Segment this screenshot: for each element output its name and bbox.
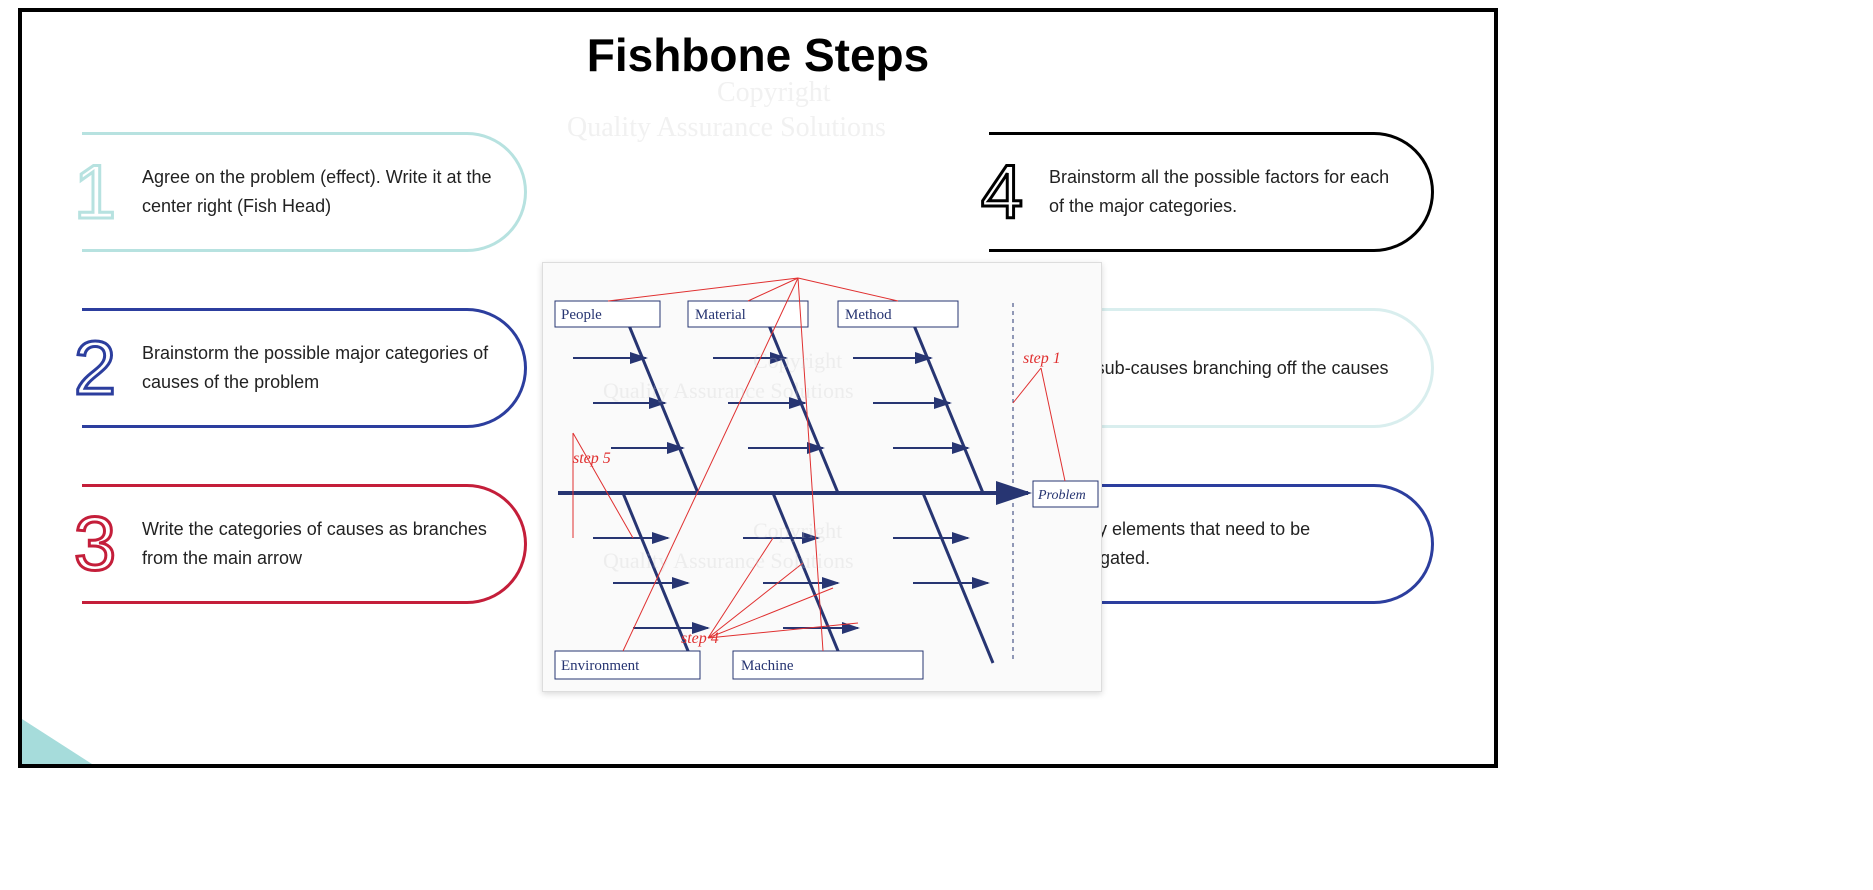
step-3: 3 Write the categories of causes as bran… (82, 484, 527, 604)
fishbone-svg: People Material Method Environment Machi… (543, 263, 1103, 693)
cat-label: Method (845, 307, 892, 323)
cat-label: People (561, 307, 602, 323)
step-text: Agree on the problem (effect). Write it … (130, 163, 502, 221)
cat-label: Material (695, 307, 746, 323)
corner-decoration (22, 719, 92, 764)
page-title: Fishbone Steps (22, 28, 1494, 82)
step-text: Write the categories of causes as branch… (130, 515, 502, 573)
content-area: 1 Agree on the problem (effect). Write i… (22, 122, 1494, 764)
step-number: 4 (967, 149, 1037, 236)
slide-frame: Fishbone Steps Copyright Quality Assuran… (18, 8, 1498, 768)
category-box: People Material Method (555, 301, 958, 327)
annotation-step5: step 5 (573, 450, 611, 467)
cat-label: Machine (741, 658, 794, 674)
step-text: Brainstorm all the possible factors for … (1037, 163, 1409, 221)
step-2: 2 Brainstorm the possible major categori… (82, 308, 527, 428)
step-number: 1 (60, 149, 130, 236)
annotation-step1: step 1 (1023, 350, 1061, 367)
step-1: 1 Agree on the problem (effect). Write i… (82, 132, 527, 252)
step-text: Brainstorm the possible major categories… (130, 339, 502, 397)
problem-head: Problem (1037, 488, 1086, 503)
cat-label: Environment (561, 658, 640, 674)
left-column: 1 Agree on the problem (effect). Write i… (82, 132, 527, 660)
annotation-step4: step 4 (681, 630, 719, 647)
step-4: 4 Brainstorm all the possible factors fo… (989, 132, 1434, 252)
step-number: 2 (60, 325, 130, 412)
step-number: 3 (60, 501, 130, 588)
fishbone-diagram: People Material Method Environment Machi… (542, 262, 1102, 692)
